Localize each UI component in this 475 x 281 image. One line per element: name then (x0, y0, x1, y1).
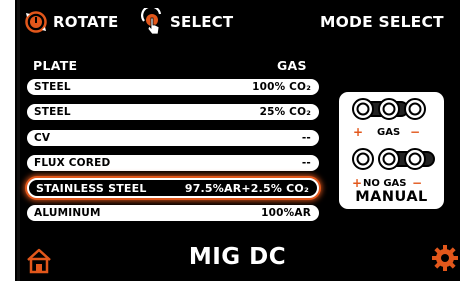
mode-select-title: MODE SELECT (320, 8, 444, 36)
plus-sign: + (353, 125, 364, 139)
process-list: STEEL 100% CO₂ STEEL 25% CO₂ CV -- FLUX … (27, 79, 319, 231)
plate-label: FLUX CORED (34, 156, 111, 169)
plate-label: CV (34, 131, 51, 144)
process-mode-title: MIG DC (188, 244, 287, 270)
column-header-plate: PLATE (33, 58, 78, 73)
screen-edge (17, 0, 20, 281)
manual-label: MANUAL (355, 189, 428, 205)
gas-label: GAS (377, 127, 401, 138)
polarity-diagram: + GAS − + NO GAS − MANUAL (339, 92, 444, 209)
list-item[interactable]: STEEL 100% CO₂ (27, 79, 319, 95)
plate-label: STAINLESS STEEL (36, 181, 147, 195)
press-knob-icon (140, 8, 166, 36)
column-header-gas: GAS (277, 58, 307, 73)
gas-label: -- (301, 131, 311, 144)
minus-sign: − (412, 176, 423, 190)
select-hint: SELECT (140, 8, 233, 36)
mode-select-label: MODE SELECT (320, 13, 444, 31)
rotate-knob-icon (25, 11, 47, 33)
select-label: SELECT (170, 13, 234, 31)
welder-display: ROTATE SELECT MODE SELECT PLATE GAS STEE… (15, 0, 460, 281)
plate-label: STEEL (34, 106, 71, 119)
top-bar: ROTATE SELECT MODE SELECT (15, 8, 460, 36)
list-item-selected[interactable]: STAINLESS STEEL 97.5%AR+2.5% CO₂ (27, 178, 319, 199)
rotate-label: ROTATE (53, 13, 119, 31)
list-item[interactable]: ALUMINUM 100%AR (27, 205, 319, 222)
gas-label: 100% CO₂ (252, 81, 311, 93)
list-item[interactable]: CV -- (27, 129, 319, 146)
plate-label: ALUMINUM (34, 207, 101, 220)
settings-button[interactable] (431, 244, 459, 272)
gas-label: 25% CO₂ (259, 106, 311, 119)
gas-label: 97.5%AR+2.5% CO₂ (184, 181, 309, 195)
gas-label: 100%AR (261, 207, 311, 220)
rotate-hint: ROTATE (25, 8, 119, 36)
gas-label: -- (301, 156, 311, 169)
minus-sign: − (410, 125, 421, 139)
list-item[interactable]: FLUX CORED -- (27, 154, 319, 171)
plate-label: STEEL (34, 81, 71, 93)
list-item[interactable]: STEEL 25% CO₂ (27, 104, 319, 121)
gear-icon (432, 245, 458, 271)
plus-sign: + (352, 176, 363, 190)
no-gas-label: NO GAS (363, 178, 407, 189)
